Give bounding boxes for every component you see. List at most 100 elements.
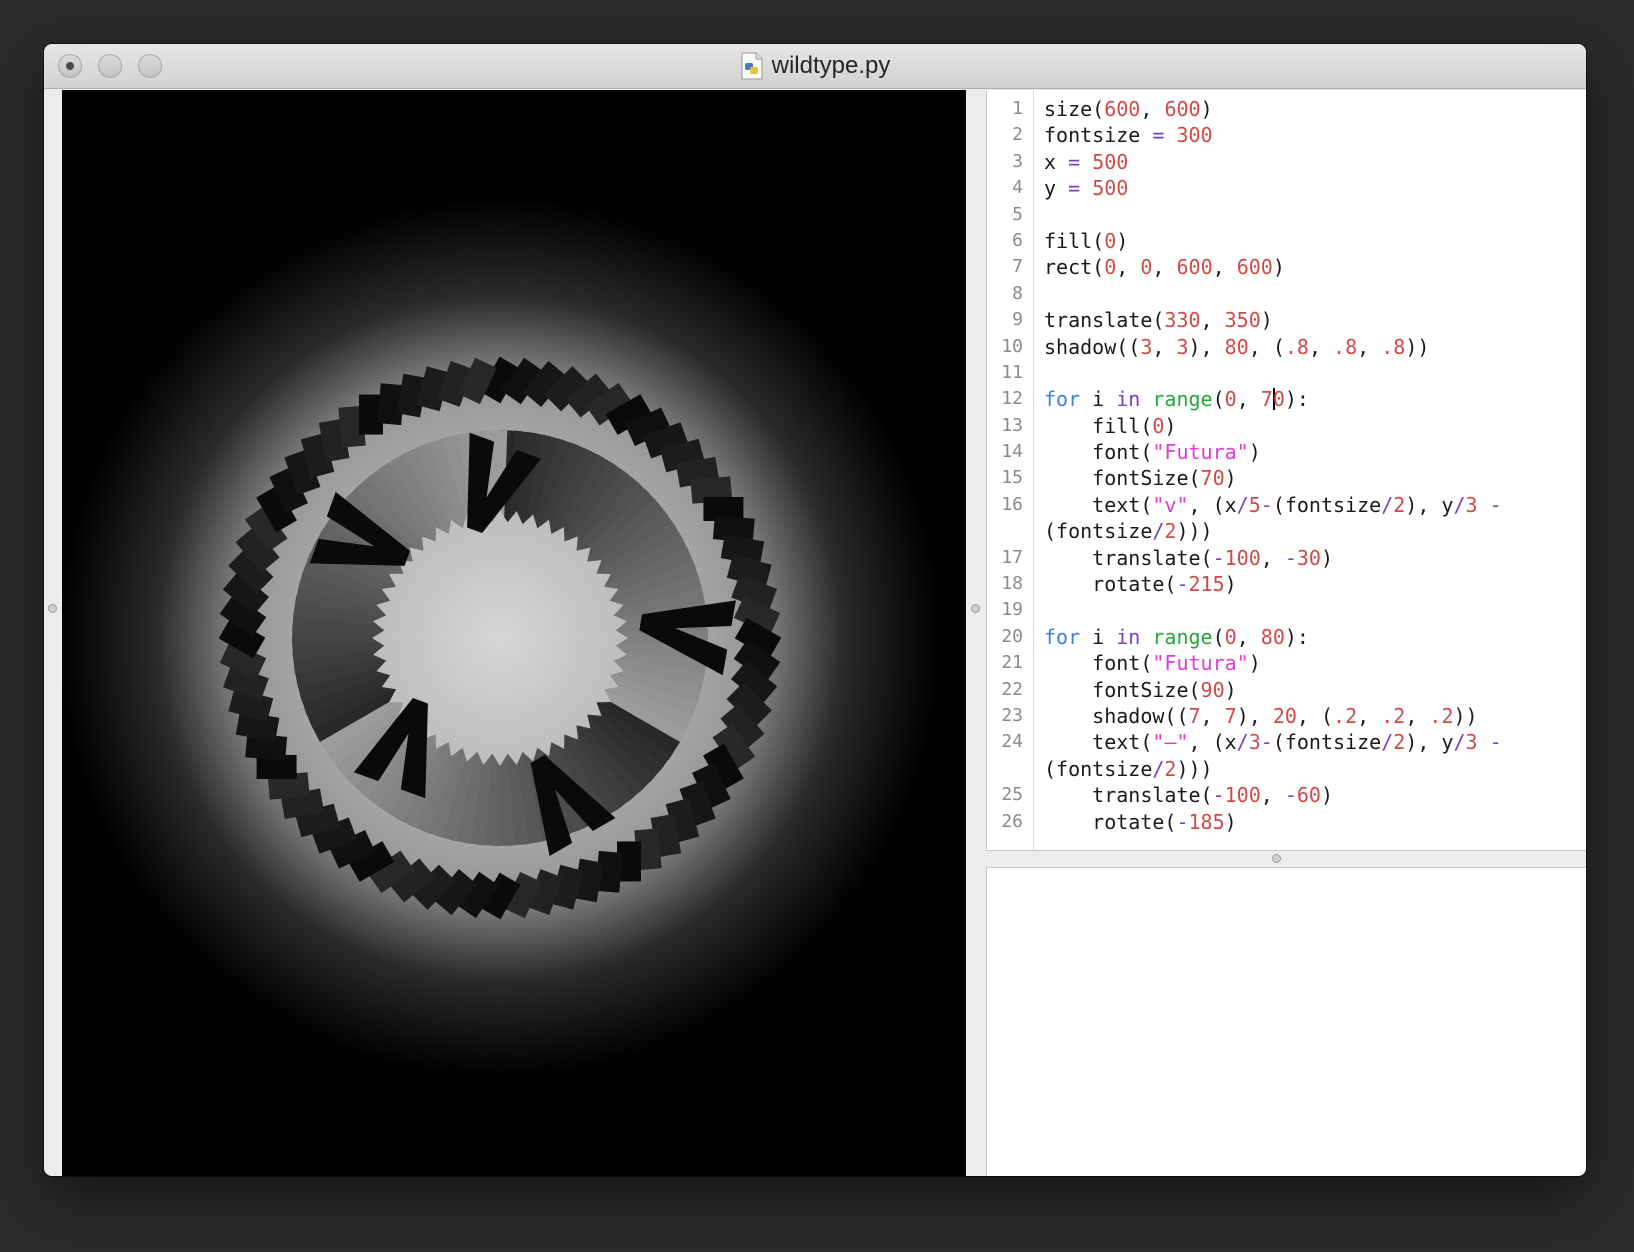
line-source: fill(0) — [1044, 228, 1128, 254]
output-console[interactable] — [986, 868, 1586, 1176]
code-token: .2 — [1429, 703, 1454, 728]
code-token: rect( — [1044, 255, 1105, 280]
code-token: "v" — [1152, 492, 1189, 517]
code-token: ( — [1212, 624, 1225, 649]
code-token: ) — [1224, 809, 1237, 834]
code-token: 600 — [1236, 255, 1273, 280]
code-line[interactable]: 5 — [987, 202, 1586, 228]
code-token: , — [1200, 308, 1225, 333]
code-token: , (x — [1188, 492, 1237, 517]
code-line[interactable]: 15 fontSize(70) — [987, 465, 1586, 491]
code-token: , — [1116, 255, 1141, 280]
code-line[interactable]: 9 translate(330, 350) — [987, 307, 1586, 333]
code-token: 0 — [1224, 624, 1237, 649]
horizontal-splitter[interactable] — [986, 850, 1586, 868]
code-token: / — [1236, 492, 1249, 517]
code-token: 3 — [1140, 334, 1153, 359]
code-line[interactable]: 25 translate(-100, -60) — [987, 782, 1586, 808]
line-number: 25 — [1001, 784, 1023, 806]
code-line[interactable]: 4y = 500 — [987, 175, 1586, 201]
code-line[interactable]: 20 for i in range(0, 80): — [987, 624, 1586, 650]
code-line[interactable]: 22 fontSize(90) — [987, 677, 1586, 703]
line-number: 21 — [1001, 652, 1023, 674]
code-line[interactable]: 26 rotate(-185) — [987, 809, 1586, 835]
vertical-split-handle[interactable] — [971, 604, 980, 613]
code-token: - — [1212, 545, 1225, 570]
code-token: / — [1152, 756, 1165, 781]
code-token: , — [1236, 624, 1261, 649]
code-token: 3 — [1465, 492, 1478, 517]
code-token: 600 — [1104, 97, 1141, 121]
code-token: ): — [1284, 387, 1309, 412]
code-line[interactable]: 1 size(600, 600) — [987, 96, 1586, 122]
code-token: 30 — [1296, 545, 1321, 570]
code-token: ), — [1236, 703, 1273, 728]
code-line[interactable]: (fontsize/2))) — [987, 756, 1586, 782]
line-number: 22 — [1001, 678, 1023, 700]
code-token: 0 — [1272, 387, 1285, 412]
code-token: ) — [1320, 783, 1334, 808]
code-token: translate( — [1044, 545, 1213, 570]
code-line[interactable]: 2 fontsize = 300 — [987, 122, 1586, 148]
code-line[interactable]: 12 for i in range(0, 70): — [987, 386, 1586, 412]
line-number: 24 — [1001, 731, 1023, 753]
code-line[interactable]: 10 shadow((3, 3), 80, (.8, .8, .8)) — [987, 334, 1586, 360]
code-line[interactable]: 19 — [987, 597, 1586, 623]
code-line[interactable]: 23 shadow((7, 7), 20, (.2, .2, .2)) — [987, 703, 1586, 729]
code-line[interactable]: 14 font("Futura") — [987, 439, 1586, 465]
window-title: wildtype.py — [771, 52, 891, 79]
line-number: 15 — [1001, 467, 1023, 489]
code-token: ) — [1260, 308, 1273, 333]
line-source: rotate(-215) — [1044, 571, 1237, 597]
code-token: - — [1489, 730, 1502, 755]
code-token: 600 — [1176, 255, 1213, 280]
code-token: ) — [1320, 545, 1334, 570]
code-line[interactable]: 8 — [987, 281, 1586, 307]
code-token: 5 — [1248, 492, 1261, 517]
left-split-handle[interactable] — [48, 604, 57, 613]
code-line[interactable]: 13 fill(0) — [987, 413, 1586, 439]
code-line[interactable]: 7 rect(0, 0, 600, 600) — [987, 254, 1586, 280]
horizontal-split-handle[interactable] — [1272, 854, 1281, 863]
code-token: 0 — [1152, 413, 1165, 438]
code-line[interactable]: 3x = 500 — [987, 149, 1586, 175]
code-line[interactable]: 17 translate(-100, -30) — [987, 545, 1586, 571]
code-token: 300 — [1176, 123, 1213, 148]
code-line[interactable]: 16 text("v", (x/5-(fontsize/2), y/3 - — [987, 492, 1586, 518]
code-editor[interactable]: 1 size(600, 600) 2 fontsize = 300 3 x = 500 4 y… — [986, 90, 1586, 850]
line-number: 3 — [1012, 150, 1023, 172]
code-token: ), y — [1405, 492, 1454, 517]
code-line[interactable]: 11 — [987, 360, 1586, 386]
code-line[interactable]: 21 font("Futura") — [987, 650, 1586, 676]
code-token: .8 — [1381, 334, 1406, 359]
code-token: ) — [1164, 413, 1177, 438]
code-token: 100 — [1224, 783, 1261, 808]
code-lines[interactable]: 1 size(600, 600) 2 fontsize = 300 3 x = 500 4 y… — [987, 96, 1586, 835]
code-token: / — [1381, 730, 1394, 755]
code-token: , — [1405, 703, 1430, 728]
code-token: / — [1236, 730, 1249, 755]
python-file-icon — [740, 52, 764, 80]
line-number: 7 — [1012, 256, 1023, 278]
code-token: 70 — [1200, 466, 1225, 491]
code-token: font( — [1044, 440, 1153, 465]
line-source: text("v", (x/5-(fontsize/2), y/3 - — [1044, 492, 1501, 518]
code-token: fill( — [1044, 228, 1105, 253]
code-token: ) — [1272, 255, 1285, 280]
vertical-splitter[interactable] — [966, 90, 986, 1176]
code-token: - — [1212, 783, 1225, 808]
code-token: 100 — [1224, 545, 1261, 570]
code-token: , — [1308, 334, 1334, 359]
code-token: .2 — [1381, 703, 1406, 728]
code-line[interactable]: 24 text("–", (x/3-(fontsize/2), y/3 - — [987, 729, 1586, 755]
line-source: translate(330, 350) — [1044, 307, 1273, 333]
code-line[interactable]: (fontsize/2))) — [987, 518, 1586, 544]
code-line[interactable]: 6 fill(0) — [987, 228, 1586, 254]
code-token: fontSize( — [1044, 466, 1201, 491]
line-number: 19 — [1001, 599, 1023, 621]
code-line[interactable]: 18 rotate(-215) — [987, 571, 1586, 597]
code-token: 80 — [1224, 334, 1249, 359]
